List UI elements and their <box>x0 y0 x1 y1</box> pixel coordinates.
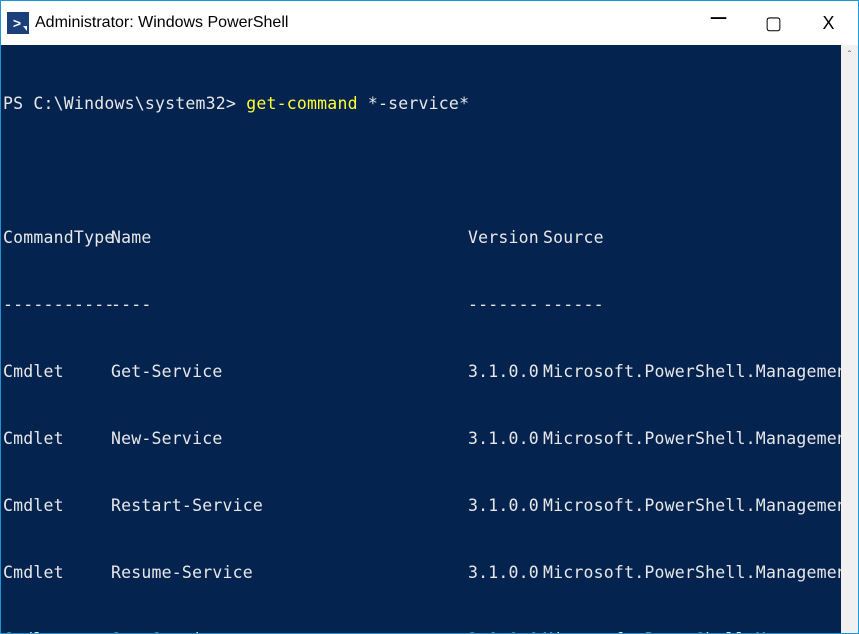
minimize-button[interactable]: – <box>691 0 746 38</box>
powershell-icon: > <box>7 12 29 34</box>
command-name: get-command <box>246 94 357 113</box>
table-row: CmdletGet-Service3.1.0.0Microsoft.PowerS… <box>3 357 841 386</box>
titlebar[interactable]: > Administrator: Windows PowerShell – ▢ … <box>1 1 858 45</box>
close-button[interactable]: X <box>801 1 856 45</box>
scroll-up-icon[interactable]: ˆ <box>841 45 858 65</box>
terminal[interactable]: PS C:\Windows\system32> get-command *-se… <box>1 45 841 633</box>
table-row: CmdletNew-Service3.1.0.0Microsoft.PowerS… <box>3 424 841 453</box>
prompt-text: PS C:\Windows\system32> <box>3 94 236 113</box>
terminal-wrap: PS C:\Windows\system32> get-command *-se… <box>1 45 858 633</box>
blank-line <box>3 156 841 185</box>
header-version: Version <box>468 223 543 252</box>
table-row: CmdletSet-Service3.1.0.0Microsoft.PowerS… <box>3 625 841 633</box>
command-line: PS C:\Windows\system32> get-command *-se… <box>3 89 841 118</box>
sep-source: ------ <box>543 290 604 319</box>
maximize-button[interactable]: ▢ <box>746 1 801 45</box>
separator-row: ---------------------------- <box>3 290 841 319</box>
sep-version: ------- <box>468 290 543 319</box>
table-row: CmdletRestart-Service3.1.0.0Microsoft.Po… <box>3 491 841 520</box>
window-title: Administrator: Windows PowerShell <box>35 14 288 32</box>
header-commandtype: CommandType <box>3 223 111 252</box>
icon-glyph: > <box>13 15 21 31</box>
scrollbar[interactable]: ˆ <box>841 45 858 633</box>
table-row: CmdletResume-Service3.1.0.0Microsoft.Pow… <box>3 558 841 587</box>
header-source: Source <box>543 223 604 252</box>
header-row: CommandTypeNameVersionSource <box>3 223 841 252</box>
sep-name: ---- <box>111 290 468 319</box>
command-argument: *-service* <box>368 94 469 113</box>
sep-commandtype: ----------- <box>3 290 111 319</box>
header-name: Name <box>111 223 468 252</box>
